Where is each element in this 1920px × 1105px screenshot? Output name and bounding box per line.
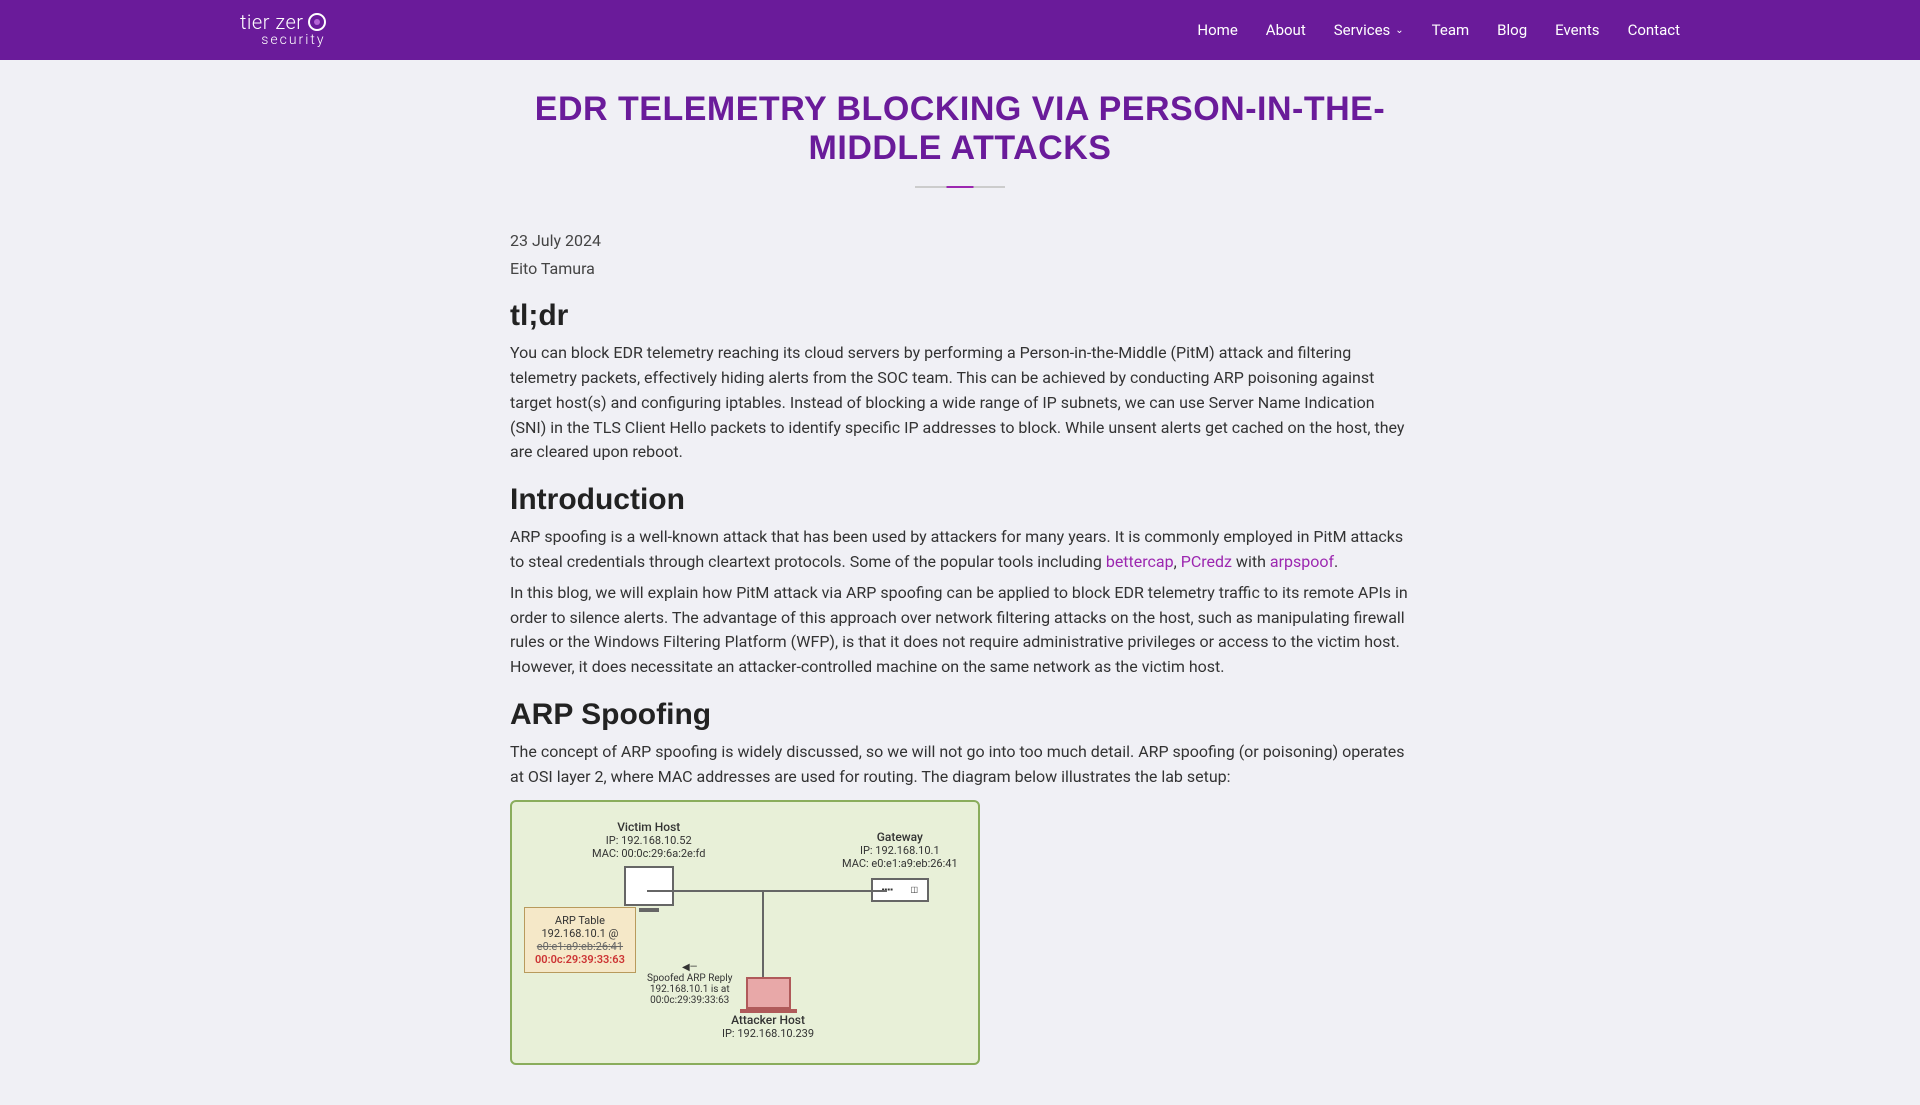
arrow-label1: Spoofed ARP Reply [647, 973, 732, 984]
nav-services-label: Services [1334, 21, 1391, 39]
attacker-ip: IP: 192.168.10.239 [722, 1027, 814, 1040]
nav-events[interactable]: Events [1555, 21, 1599, 39]
nav-home[interactable]: Home [1197, 21, 1237, 39]
logo-text-bottom: security [240, 33, 328, 48]
arrow-label2: 192.168.10.1 is at [647, 984, 732, 995]
chevron-down-icon: ⌄ [1395, 25, 1403, 36]
nav-team[interactable]: Team [1432, 21, 1470, 39]
diagram-victim: Victim Host IP: 192.168.10.52 MAC: 00:0c… [592, 820, 705, 906]
intro-body-2: In this blog, we will explain how PitM a… [510, 581, 1410, 680]
post-date: 23 July 2024 [510, 228, 1410, 254]
logo[interactable]: tier zer security [240, 11, 328, 48]
monitor-icon [624, 866, 674, 906]
intro-heading: Introduction [510, 483, 1410, 517]
arp-line2: e0:e1:a9:eb:26:41 [535, 940, 625, 953]
nav-about[interactable]: About [1266, 21, 1306, 39]
gateway-ip: IP: 192.168.10.1 [842, 844, 958, 857]
arp-line3: 00:0c:29:39:33:63 [535, 953, 625, 966]
diagram-arp-table: ARP Table 192.168.10.1 @ e0:e1:a9:eb:26:… [524, 907, 636, 973]
victim-mac: MAC: 00:0c:29:6a:2e:fd [592, 847, 705, 860]
arp-line1: 192.168.10.1 @ [535, 927, 625, 940]
victim-ip: IP: 192.168.10.52 [592, 834, 705, 847]
tldr-heading: tl;dr [510, 299, 1410, 333]
link-arpspoof[interactable]: arpspoof [1270, 552, 1334, 571]
diagram-attacker: Attacker Host IP: 192.168.10.239 [722, 977, 814, 1040]
victim-label: Victim Host [592, 820, 705, 834]
post-author: Eito Tamura [510, 256, 1410, 282]
arp-heading: ARP Spoofing [510, 698, 1410, 732]
navbar: tier zer security Home About Services ⌄ … [0, 0, 1920, 60]
gateway-mac: MAC: e0:e1:a9:eb:26:41 [842, 857, 958, 870]
laptop-icon [746, 977, 791, 1009]
arrow-label3: 00:0c:29:39:33:63 [647, 995, 732, 1006]
arp-title: ARP Table [535, 914, 625, 927]
gateway-label: Gateway [842, 830, 958, 844]
diagram-spoofed-reply: ◀— Spoofed ARP Reply 192.168.10.1 is at … [647, 962, 732, 1006]
link-pcredz[interactable]: PCredz [1181, 552, 1232, 571]
nav-contact[interactable]: Contact [1628, 21, 1680, 39]
content: EDR TELEMETRY BLOCKING VIA PERSON-IN-THE… [510, 60, 1410, 1105]
arp-body: The concept of ARP spoofing is widely di… [510, 740, 1410, 790]
attacker-label: Attacker Host [722, 1013, 814, 1027]
nav-services[interactable]: Services ⌄ [1334, 21, 1404, 39]
title-underline [915, 186, 1005, 188]
tldr-body: You can block EDR telemetry reaching its… [510, 341, 1410, 465]
link-bettercap[interactable]: bettercap [1106, 552, 1174, 571]
nav-links: Home About Services ⌄ Team Blog Events C… [1197, 21, 1880, 39]
intro-body-1: ARP spoofing is a well-known attack that… [510, 525, 1410, 575]
logo-icon [308, 13, 326, 31]
page-title: EDR TELEMETRY BLOCKING VIA PERSON-IN-THE… [510, 90, 1410, 168]
diagram-line-h [647, 890, 887, 892]
nav-blog[interactable]: Blog [1497, 21, 1527, 39]
logo-text-top: tier zer [240, 11, 304, 33]
lab-diagram: Victim Host IP: 192.168.10.52 MAC: 00:0c… [510, 800, 980, 1065]
diagram-line-v [762, 890, 764, 980]
